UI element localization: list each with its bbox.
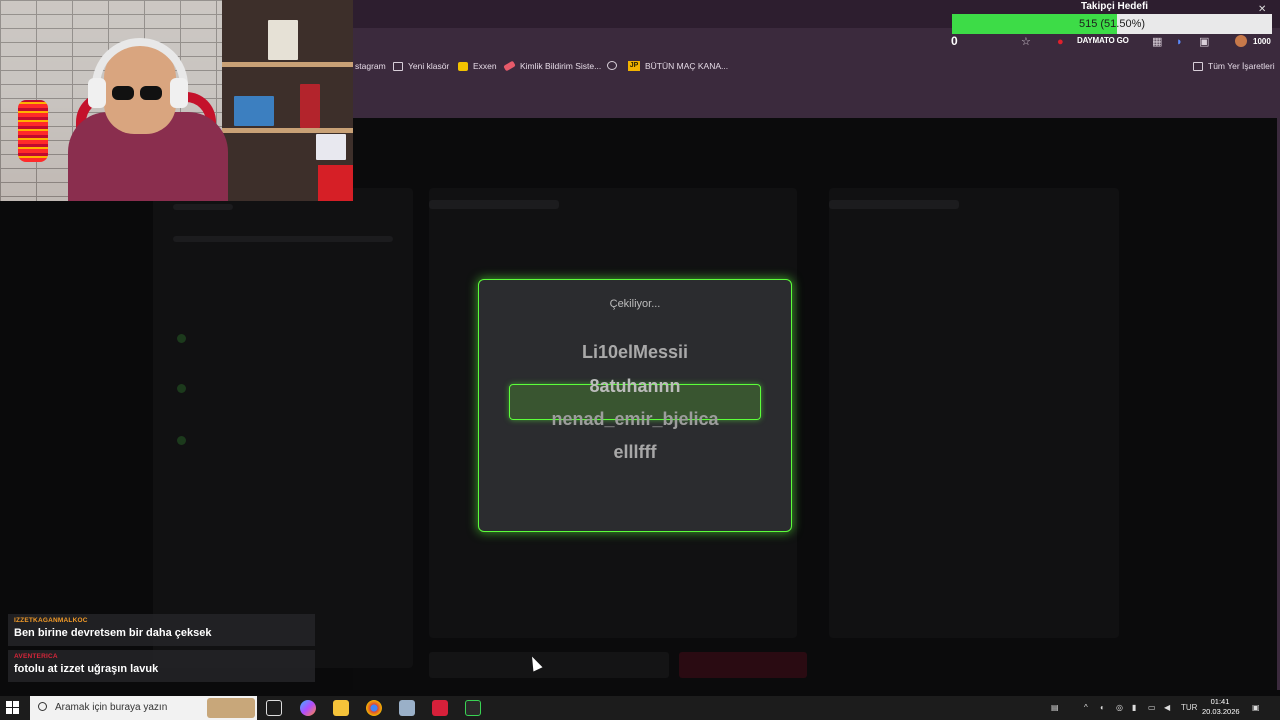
draw-modal: Çekiliyor... Li10elMessii 8atuhannn nena… xyxy=(478,279,792,532)
draw-name: elllfff xyxy=(613,442,657,462)
picture-frame xyxy=(268,20,298,60)
draw-name-selected: 8atuhannn xyxy=(589,376,681,396)
task-view-icon[interactable] xyxy=(266,700,282,716)
microphone-icon[interactable]: ▮ xyxy=(1132,703,1136,712)
obs-icon[interactable] xyxy=(432,700,448,716)
folder-icon xyxy=(393,61,403,71)
globe-icon xyxy=(607,61,617,70)
headphone-cup xyxy=(170,78,188,108)
star-icon[interactable]: ☆ xyxy=(1021,36,1031,48)
left-panel xyxy=(153,188,413,668)
status-dot xyxy=(177,334,186,343)
windows-start-icon[interactable] xyxy=(6,701,19,714)
webcam-overlay xyxy=(0,0,353,201)
search-placeholder: Aramak için buraya yazın xyxy=(55,702,168,713)
profile-avatar[interactable] xyxy=(1235,35,1247,47)
toolbar-counter: 0 xyxy=(951,34,958,48)
jp-icon: JP xyxy=(628,61,640,71)
right-panel xyxy=(829,188,1119,638)
panel-heading xyxy=(173,204,233,210)
modal-title: Çekiliyor... xyxy=(609,298,661,310)
notes-app-icon[interactable] xyxy=(399,700,415,716)
chat-text: Ben birine devretsem bir daha çeksek xyxy=(14,627,212,639)
exxen-icon xyxy=(458,61,468,71)
status-dot xyxy=(177,436,186,445)
copilot-icon[interactable] xyxy=(300,700,316,716)
puzzle-icon[interactable]: ▣ xyxy=(1199,36,1209,48)
extension-badge: 1000 xyxy=(1253,37,1271,46)
widgets-icon[interactable]: ▤ xyxy=(1051,703,1059,712)
taskbar-clock[interactable]: 01:41 20.03.2026 xyxy=(1202,697,1240,717)
draw-name: Li10elMessii xyxy=(581,342,689,362)
chat-message: IZZETKAGANMALKOC Ben birine devretsem bi… xyxy=(8,614,315,646)
headphone-cup xyxy=(88,78,106,108)
taskbar: Aramak için buraya yazın ▤ ^ ◐ ◎ ▮ ▭ ◀ T… xyxy=(0,696,1280,720)
extension-red-icon[interactable]: ● xyxy=(1057,36,1064,48)
chat-username: IZZETKAGANMALKOC xyxy=(14,617,88,624)
chat-username: AVENTERICA xyxy=(14,653,58,660)
network-icon[interactable]: ▭ xyxy=(1148,703,1156,712)
clock-date: 20.03.2026 xyxy=(1202,707,1240,716)
all-bookmarks[interactable]: Tüm Yer İşaretleri xyxy=(1193,61,1275,71)
volume-icon[interactable]: ◀ xyxy=(1164,703,1170,712)
daymato-extension[interactable]: DAYMATO GO xyxy=(1077,36,1129,45)
clock-time: 01:41 xyxy=(1210,697,1230,706)
taskbar-search[interactable]: Aramak için buraya yazın xyxy=(30,696,257,720)
bookmark-exxen[interactable]: Exxen xyxy=(458,61,497,71)
draw-name: nenad_emir_bjelica xyxy=(551,409,719,429)
chrome-icon[interactable] xyxy=(366,700,382,716)
search-highlight-image xyxy=(207,698,255,718)
status-dot xyxy=(177,384,186,393)
bookmark-kimlik[interactable]: Kimlik Bildirim Siste... xyxy=(503,60,601,72)
bookmark-butun-mac[interactable]: JP BÜTÜN MAÇ KANA... xyxy=(628,61,728,71)
streamlabs-icon[interactable] xyxy=(465,700,481,716)
right-panel-heading xyxy=(829,200,959,209)
goal-title: Takipçi Hedefi xyxy=(1081,1,1149,12)
extension-blue-icon[interactable]: ◗ xyxy=(1176,36,1183,48)
bookmark-instagram[interactable]: stagram xyxy=(355,61,386,71)
dim-red-button[interactable] xyxy=(679,652,807,678)
file-explorer-icon[interactable] xyxy=(333,700,349,716)
search-icon xyxy=(38,702,47,711)
dim-button[interactable] xyxy=(429,652,669,678)
screen: stagram Yeni klasör Exxen Kimlik Bildiri… xyxy=(0,0,1280,720)
folder-icon xyxy=(1193,61,1203,71)
trophy xyxy=(234,96,274,126)
goal-progress-text: 515 (51.50%) xyxy=(1078,18,1146,30)
rgb-microphone xyxy=(18,100,48,162)
chat-message: AVENTERICA fotolu at izzet uğraşın lavuk xyxy=(8,650,315,682)
picture-frame xyxy=(316,134,346,160)
shelf-board xyxy=(222,128,353,133)
panel-text xyxy=(173,236,393,242)
chevron-up-icon[interactable]: ^ xyxy=(1084,703,1088,712)
bookmark-yeni-klasor[interactable]: Yeni klasör xyxy=(393,61,449,71)
goal-progress-bar: 515 (51.50%) xyxy=(952,14,1272,34)
tray-icon[interactable]: ◎ xyxy=(1116,703,1123,712)
bookmark-globe[interactable] xyxy=(607,61,617,70)
shelf-board xyxy=(222,62,353,67)
book xyxy=(300,84,320,128)
middle-panel-heading xyxy=(429,200,559,209)
language-indicator[interactable]: TUR xyxy=(1181,703,1197,712)
sunglasses xyxy=(112,86,164,100)
notification-icon[interactable]: ▣ xyxy=(1252,703,1260,712)
extension-icon[interactable]: ▦ xyxy=(1152,36,1162,48)
tray-icon[interactable]: ◐ xyxy=(1100,703,1105,712)
page-header xyxy=(353,80,1280,118)
kimlik-icon xyxy=(503,60,516,72)
chat-text: fotolu at izzet uğraşın lavuk xyxy=(14,663,159,675)
turkish-flag xyxy=(318,165,353,201)
